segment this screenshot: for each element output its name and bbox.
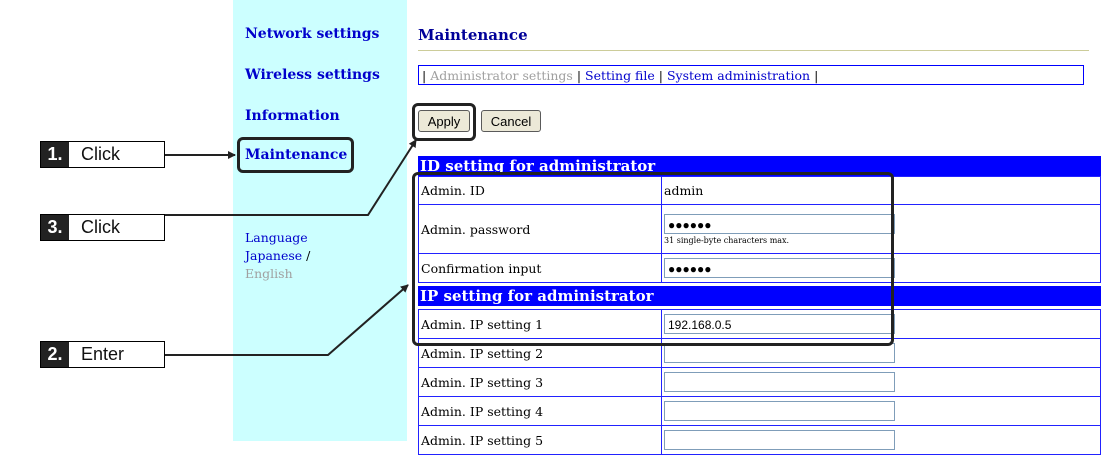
- table-row: Admin. IP setting 4: [418, 396, 1101, 426]
- admin-id-label: Admin. ID: [418, 176, 662, 205]
- admin-id-value: admin: [661, 176, 1101, 205]
- table-row: Admin. ID admin: [418, 176, 1101, 205]
- admin-ip-setting-4-label: Admin. IP setting 4: [418, 396, 662, 426]
- table-row: Admin. IP setting 5: [418, 425, 1101, 455]
- table-row: Confirmation input ●●●●●●: [418, 253, 1101, 283]
- admin-ip-setting-1-field[interactable]: 192.168.0.5: [664, 314, 895, 334]
- language-japanese-link[interactable]: Japanese: [245, 248, 302, 263]
- language-english-current: English: [245, 266, 293, 281]
- subnav-separator: |: [814, 68, 819, 83]
- admin-ip-setting-4-cell: [661, 396, 1101, 426]
- language-label: Language: [245, 230, 308, 245]
- page-title: Maintenance: [418, 26, 528, 44]
- admin-ip-setting-3-label: Admin. IP setting 3: [418, 367, 662, 397]
- admin-password-field[interactable]: ●●●●●●: [664, 213, 895, 234]
- language-options: Japanese /: [245, 248, 310, 263]
- maintenance-subnav: | Administrator settings | Setting file …: [418, 65, 1084, 85]
- admin-password-label: Admin. password: [418, 204, 662, 254]
- sidebar-item-network-settings[interactable]: Network settings: [245, 26, 379, 42]
- sidebar-item-information[interactable]: Information: [245, 108, 340, 124]
- subnav-separator: |: [576, 68, 582, 83]
- callout-step-2-text: Enter: [81, 344, 125, 364]
- language-separator: /: [302, 248, 311, 263]
- ip-settings-table: Admin. IP setting 1 192.168.0.5 Admin. I…: [418, 309, 1101, 455]
- subnav-separator: |: [658, 68, 663, 83]
- admin-ip-setting-4-field[interactable]: [664, 401, 895, 421]
- admin-ip-setting-3-field[interactable]: [664, 372, 895, 392]
- callout-step-3-number: 3.: [41, 215, 69, 240]
- apply-button[interactable]: Apply: [418, 110, 470, 132]
- confirmation-input-label: Confirmation input: [418, 253, 662, 283]
- admin-ip-setting-1-label: Admin. IP setting 1: [418, 309, 662, 339]
- id-section-header: ID setting for administrator: [418, 156, 1101, 176]
- table-row: Admin. IP setting 3: [418, 367, 1101, 397]
- callout-step-1-text: Click: [81, 144, 120, 164]
- password-hint: 31 single-byte characters max.: [664, 235, 790, 245]
- admin-ip-setting-5-cell: [661, 425, 1101, 455]
- subnav-setting-file[interactable]: Setting file: [585, 68, 655, 83]
- table-row: Admin. IP setting 1 192.168.0.5: [418, 309, 1101, 339]
- admin-ip-setting-2-label: Admin. IP setting 2: [418, 338, 662, 368]
- callout-step-3: 3. Click: [40, 214, 165, 241]
- callout-step-2-number: 2.: [41, 342, 69, 367]
- subnav-system-administration[interactable]: System administration: [667, 68, 810, 83]
- admin-password-cell: ●●●●●● 31 single-byte characters max.: [661, 204, 1101, 254]
- sidebar-item-maintenance[interactable]: Maintenance: [245, 147, 347, 163]
- admin-ip-setting-2-cell: [661, 338, 1101, 368]
- sidebar-item-wireless-settings[interactable]: Wireless settings: [245, 67, 380, 83]
- callout-step-3-text: Click: [81, 217, 120, 237]
- admin-ip-setting-5-label: Admin. IP setting 5: [418, 425, 662, 455]
- table-row: Admin. IP setting 2: [418, 338, 1101, 368]
- admin-ip-setting-3-cell: [661, 367, 1101, 397]
- subnav-separator: |: [422, 68, 427, 83]
- admin-ip-setting-2-field[interactable]: [664, 343, 895, 363]
- subnav-administrator-settings: Administrator settings: [430, 68, 573, 83]
- callout-step-1-number: 1.: [41, 142, 69, 167]
- cancel-button[interactable]: Cancel: [481, 110, 541, 132]
- ip-section-header: IP setting for administrator: [418, 286, 1101, 306]
- id-settings-table: Admin. ID admin Admin. password ●●●●●● 3…: [418, 176, 1101, 283]
- admin-ip-setting-5-field[interactable]: [664, 430, 895, 450]
- admin-ip-setting-1-cell: 192.168.0.5: [661, 309, 1101, 339]
- callout-step-2: 2. Enter: [40, 341, 165, 368]
- table-row: Admin. password ●●●●●● 31 single-byte ch…: [418, 204, 1101, 254]
- title-divider: [418, 50, 1089, 51]
- callout-step-1: 1. Click: [40, 141, 165, 168]
- confirmation-input-field[interactable]: ●●●●●●: [664, 258, 895, 278]
- confirmation-input-cell: ●●●●●●: [661, 253, 1101, 283]
